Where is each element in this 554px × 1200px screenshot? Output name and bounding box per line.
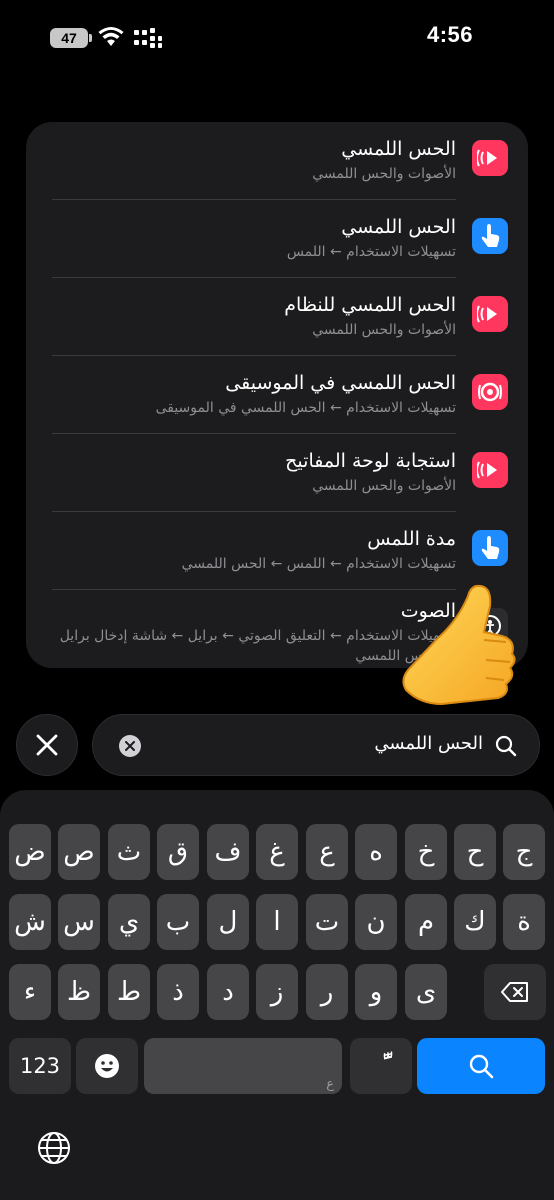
result-title: الحس اللمسي في الموسيقى — [225, 372, 456, 394]
result-title: الحس اللمسي للنظام — [284, 294, 456, 316]
globe-icon[interactable] — [36, 1130, 72, 1166]
status-time: 4:56 — [426, 22, 474, 47]
search-field[interactable]: الحس اللمسي — [92, 714, 540, 776]
diacritic-key[interactable]: ًّ — [350, 1038, 412, 1094]
key[interactable]: ع — [306, 824, 348, 880]
delete-key[interactable] — [484, 964, 546, 1020]
key[interactable]: ة — [503, 894, 545, 950]
result-title: استجابة لوحة المفاتيح — [285, 450, 456, 472]
sounds-haptics-icon — [472, 296, 508, 332]
result-row[interactable]: الحس اللمسي في الموسيقى تسهيلات الاستخدا… — [26, 356, 528, 434]
result-subtitle: تسهيلات الاستخدام ← التعليق الصوتي ← برا… — [59, 628, 456, 644]
key[interactable]: ص — [58, 824, 100, 880]
search-icon — [469, 1054, 494, 1079]
space-key-hint: ع — [326, 1077, 334, 1092]
result-title: الحس اللمسي — [341, 138, 456, 160]
search-input[interactable]: الحس اللمسي — [374, 733, 483, 754]
cancel-search-button[interactable] — [16, 714, 78, 776]
key[interactable]: ق — [157, 824, 199, 880]
result-subtitle: تسهيلات الاستخدام ← اللمس ← الحس اللمسي — [181, 556, 456, 572]
key[interactable]: ك — [454, 894, 496, 950]
clear-search-button[interactable] — [119, 735, 141, 757]
result-row[interactable]: مدة اللمس تسهيلات الاستخدام ← اللمس ← ال… — [26, 512, 528, 590]
sounds-haptics-icon — [472, 140, 508, 176]
emoji-key[interactable] — [76, 1038, 138, 1094]
numbers-key[interactable]: 123 — [9, 1038, 71, 1094]
battery-indicator: 47 — [50, 28, 88, 48]
search-icon — [495, 735, 517, 757]
battery-level: 47 — [61, 30, 77, 46]
key[interactable]: ت — [306, 894, 348, 950]
emoji-icon — [95, 1054, 119, 1078]
result-subtitle: تسهيلات الاستخدام ← الحس اللمسي في الموس… — [155, 400, 456, 416]
result-row[interactable]: الحس اللمسي للنظام الأصوات والحس اللمسي — [26, 278, 528, 356]
result-row[interactable]: استجابة لوحة المفاتيح الأصوات والحس اللم… — [26, 434, 528, 512]
key[interactable]: ى — [405, 964, 447, 1020]
key[interactable]: ن — [355, 894, 397, 950]
cellular-signal-icon — [134, 28, 162, 48]
result-title: الحس اللمسي — [341, 216, 456, 238]
result-subtitle: الأصوات والحس اللمسي — [312, 166, 456, 182]
close-icon — [36, 734, 58, 756]
battery-nub — [89, 34, 92, 42]
result-title: مدة اللمس — [367, 528, 456, 550]
keyboard: ض ص ث ق ف غ ع ه خ ح ج ش س ي ب ل ا ت ن م … — [0, 790, 554, 1200]
key[interactable]: ء — [9, 964, 51, 1020]
backspace-icon — [501, 982, 528, 1002]
key[interactable]: د — [207, 964, 249, 1020]
key[interactable]: غ — [256, 824, 298, 880]
key[interactable]: و — [355, 964, 397, 1020]
key[interactable]: ح — [454, 824, 496, 880]
result-subtitle: الأصوات والحس اللمسي — [312, 478, 456, 494]
touch-hand-icon — [472, 218, 508, 254]
key[interactable]: ث — [108, 824, 150, 880]
result-row[interactable]: الحس اللمسي تسهيلات الاستخدام ← اللمس — [26, 200, 528, 278]
key[interactable]: ج — [503, 824, 545, 880]
status-bar: 47 4:56 — [0, 0, 554, 70]
result-subtitle: تسهيلات الاستخدام ← اللمس — [286, 244, 456, 260]
key[interactable]: ش — [9, 894, 51, 950]
music-haptics-icon — [472, 374, 508, 410]
key[interactable]: ب — [157, 894, 199, 950]
key[interactable]: س — [58, 894, 100, 950]
sounds-haptics-icon — [472, 452, 508, 488]
touch-hand-icon — [472, 530, 508, 566]
key[interactable]: ل — [207, 894, 249, 950]
result-row[interactable]: الحس اللمسي الأصوات والحس اللمسي — [26, 122, 528, 200]
key[interactable]: ز — [256, 964, 298, 1020]
key[interactable]: ر — [306, 964, 348, 1020]
result-subtitle: الأصوات والحس اللمسي — [312, 322, 456, 338]
wifi-icon — [98, 27, 124, 46]
thumbs-up-emoji-icon — [402, 584, 516, 706]
key[interactable]: ض — [9, 824, 51, 880]
key[interactable]: ه — [355, 824, 397, 880]
key[interactable]: خ — [405, 824, 447, 880]
clear-icon — [125, 741, 135, 751]
key[interactable]: ظ — [58, 964, 100, 1020]
key[interactable]: ا — [256, 894, 298, 950]
key[interactable]: ي — [108, 894, 150, 950]
key[interactable]: م — [405, 894, 447, 950]
search-key[interactable] — [417, 1038, 545, 1094]
key[interactable]: ف — [207, 824, 249, 880]
space-key[interactable]: ع — [144, 1038, 342, 1094]
key[interactable]: ذ — [157, 964, 199, 1020]
key[interactable]: ط — [108, 964, 150, 1020]
